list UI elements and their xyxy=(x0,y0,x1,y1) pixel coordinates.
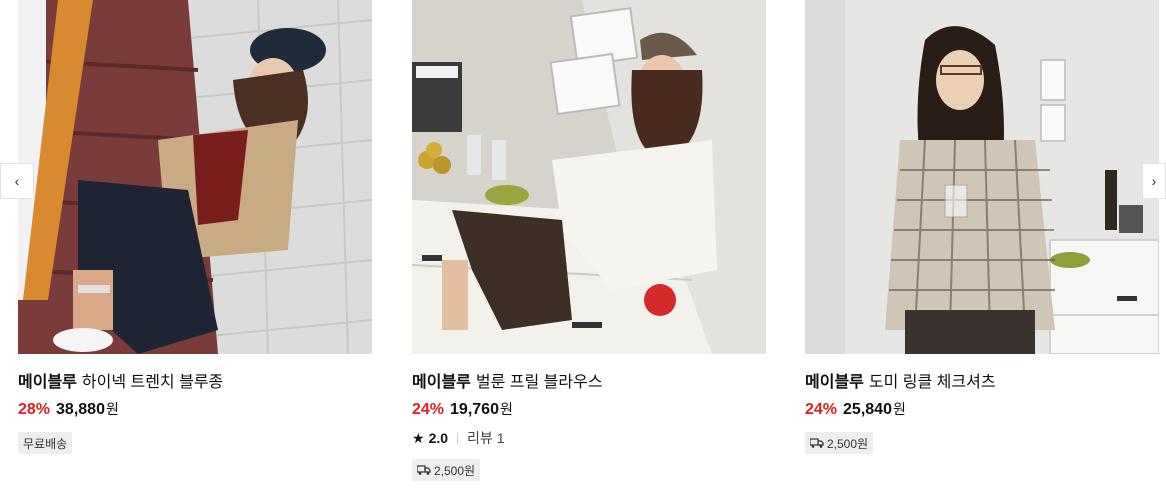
badge-label: 2,500원 xyxy=(434,463,476,478)
truck-icon xyxy=(417,465,431,475)
star-icon: ★ xyxy=(412,430,425,446)
divider xyxy=(457,432,459,444)
rating-row: ★ 2.0 리뷰 1 xyxy=(412,429,766,447)
review-count: 1 xyxy=(496,430,505,446)
product-name: 하이넥 트렌치 블루종 xyxy=(81,374,224,391)
sale-price: 19,760 xyxy=(450,401,499,418)
badge-label: 무료배송 xyxy=(23,436,68,451)
product-brand: 메이블루 xyxy=(412,374,471,391)
product-brand: 메이블루 xyxy=(18,374,77,391)
product-title[interactable]: 메이블루 하이넥 트렌치 블루종 xyxy=(18,373,372,393)
product-title[interactable]: 메이블루 벌룬 프릴 블라우스 xyxy=(412,373,766,393)
review-label: 리뷰 xyxy=(467,430,493,446)
shipping-fee-badge: 2,500원 xyxy=(805,432,874,454)
price-row: 24% 19,760원 xyxy=(412,399,766,420)
product-card[interactable]: 메이블루 벌룬 프릴 블라우스 24% 19,760원 ★ 2.0 리뷰 1 2,5… xyxy=(412,0,766,481)
product-image[interactable] xyxy=(805,0,1159,354)
product-brand: 메이블루 xyxy=(805,374,864,391)
rating-score: 2.0 xyxy=(428,430,449,446)
price-row: 24% 25,840원 xyxy=(805,399,1159,420)
sale-price: 38,880 xyxy=(56,401,105,418)
product-name: 벌룬 프릴 블라우스 xyxy=(475,374,603,391)
badge-label: 2,500원 xyxy=(827,436,869,451)
sale-price: 25,840 xyxy=(843,401,892,418)
chevron-left-icon: ‹ xyxy=(14,173,20,189)
discount-rate: 28% xyxy=(18,401,51,418)
product-card[interactable]: 메이블루 도미 링클 체크셔츠 24% 25,840원 2,500원 xyxy=(805,0,1159,454)
carousel-prev-button[interactable]: ‹ xyxy=(0,163,34,199)
product-image[interactable] xyxy=(412,0,766,354)
discount-rate: 24% xyxy=(412,401,445,418)
discount-rate: 24% xyxy=(805,401,838,418)
carousel-next-button[interactable]: › xyxy=(1142,163,1166,199)
price-row: 28% 38,880원 xyxy=(18,399,372,420)
currency-unit: 원 xyxy=(499,401,513,417)
free-shipping-badge: 무료배송 xyxy=(18,432,73,454)
currency-unit: 원 xyxy=(105,401,119,417)
shipping-fee-badge: 2,500원 xyxy=(412,459,481,481)
currency-unit: 원 xyxy=(892,401,906,417)
product-image[interactable] xyxy=(18,0,372,354)
truck-icon xyxy=(810,438,824,448)
product-card[interactable]: 메이블루 하이넥 트렌치 블루종 28% 38,880원 무료배송 xyxy=(18,0,372,454)
product-title[interactable]: 메이블루 도미 링클 체크셔츠 xyxy=(805,373,1159,393)
product-name: 도미 링클 체크셔츠 xyxy=(868,374,996,391)
chevron-right-icon: › xyxy=(1151,173,1157,189)
